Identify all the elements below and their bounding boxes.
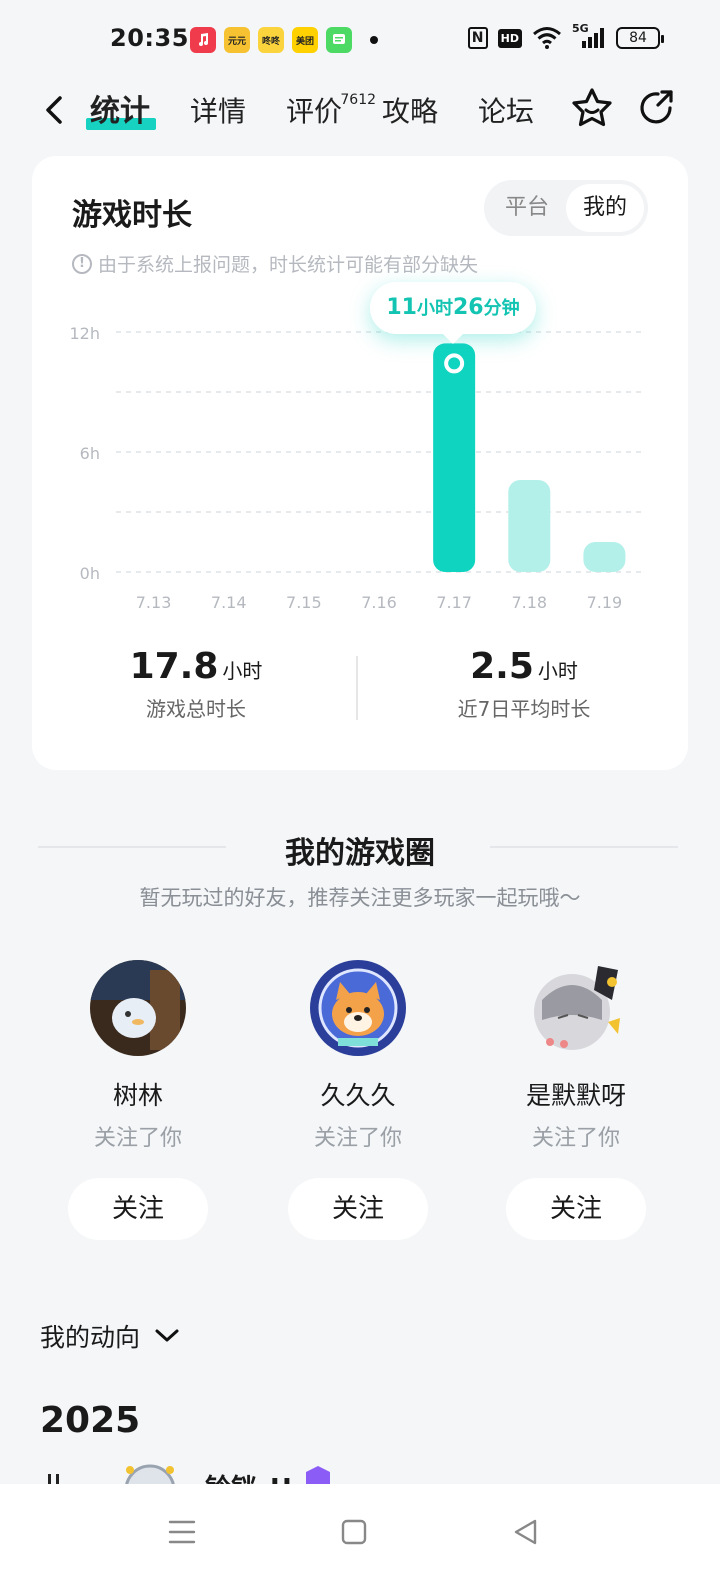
x-tick-label: 7.17 [436, 593, 472, 612]
cellular-signal-icon: 5G [572, 22, 606, 50]
info-icon: ! [72, 253, 92, 274]
tab-stats[interactable]: 统计 [86, 92, 156, 132]
x-tick-label: 7.18 [511, 593, 547, 612]
follow-button[interactable]: 关注 [506, 1178, 646, 1240]
back-icon[interactable] [506, 1512, 546, 1552]
battery-icon: 84 [616, 27, 664, 49]
friend-status: 关注了你 [531, 1126, 620, 1151]
x-tick-label: 7.13 [136, 593, 172, 612]
bar [433, 343, 476, 572]
tab-forum[interactable]: 论坛 [478, 92, 534, 132]
bar [583, 542, 626, 572]
avatar[interactable] [310, 960, 406, 1056]
review-count-badge: 7612 [340, 92, 377, 108]
message-app-icon [326, 27, 352, 53]
more-notifications-dot [370, 36, 378, 44]
y-tick-label: 6h [80, 444, 100, 463]
average-value: 2.5 [470, 646, 534, 687]
y-tick-label: 0h [80, 564, 100, 583]
avatar[interactable] [90, 960, 186, 1056]
status-bar: 20:35 元元 咚咚 美团 N HD 5G 84 [0, 0, 720, 80]
app-icon-yuanyuan: 元元 [224, 27, 250, 53]
friend-card: 久久久 关注了你 关注 [288, 960, 428, 1240]
chevron-down-icon [155, 1329, 179, 1342]
total-value: 17.8 [129, 646, 219, 687]
tooltip-minutes-unit: 分钟 [483, 298, 520, 319]
home-icon[interactable] [334, 1512, 374, 1552]
data-notice: ! 由于系统上报问题，时长统计可能有部分缺失 [72, 250, 478, 277]
bar-tooltip: 11小时26分钟 [370, 282, 536, 344]
tab-reviews-label: 评价 [286, 95, 343, 128]
total-unit: 小时 [222, 659, 263, 683]
year-heading: 2025 [40, 1400, 141, 1441]
x-tick-label: 7.14 [211, 593, 247, 612]
status-time: 20:35 [110, 24, 189, 52]
summary-stats: 17.8 小时 游戏总时长 2.5 小时 近7日平均时长 [32, 646, 688, 726]
notification-icons: 元元 咚咚 美团 [190, 27, 378, 53]
total-playtime: 17.8 小时 游戏总时长 [32, 646, 360, 722]
segment-mine[interactable]: 我的 [566, 184, 644, 232]
friend-name: 是默默呀 [525, 1081, 626, 1110]
tab-guides[interactable]: 攻略 [382, 92, 438, 132]
x-tick-label: 7.15 [286, 593, 322, 612]
friend-status: 关注了你 [313, 1126, 402, 1151]
play-time-card: 游戏时长 平台 我的 ! 由于系统上报问题，时长统计可能有部分缺失 0h 6h 12… [32, 156, 688, 770]
y-tick-label: 12h [70, 324, 101, 343]
timeline-icon [48, 1464, 330, 1486]
music-app-icon [190, 27, 216, 53]
system-nav-bar [0, 1484, 720, 1584]
x-tick-label: 7.19 [587, 593, 623, 612]
tab-bar: 统计 详情 评价 7612 攻略 论坛 [86, 92, 574, 132]
back-arrow-icon[interactable] [40, 90, 70, 130]
my-activity-dropdown[interactable]: 我的动向 [40, 1318, 180, 1354]
follow-button[interactable]: 关注 [68, 1178, 208, 1240]
top-nav: 统计 详情 评价 7612 攻略 论坛 [0, 80, 720, 144]
tooltip-hours: 11 [386, 295, 417, 320]
stat-divider [356, 656, 358, 720]
avatar[interactable] [528, 960, 624, 1056]
average-unit: 小时 [537, 659, 578, 683]
average-label: 近7日平均时长 [457, 697, 591, 721]
game-circle-subtitle: 暂无玩过的好友，推荐关注更多玩家一起玩哦～ [139, 886, 581, 910]
game-circle-title: 我的游戏圈 [285, 836, 435, 871]
tooltip-hours-unit: 小时 [417, 298, 453, 319]
play-time-bar-chart: 0h 6h 12h 7.13 7.14 7.15 7.16 7.17 7.18 7.19 [70, 324, 642, 612]
app-icon-cat: 咚咚 [258, 27, 284, 53]
segment-control: 平台 我的 [484, 180, 648, 236]
segment-platform[interactable]: 平台 [488, 184, 566, 232]
x-tick-label: 7.16 [361, 593, 397, 612]
average-playtime: 2.5 小时 近7日平均时长 [360, 646, 688, 722]
bar [508, 480, 551, 572]
friend-card: 是默默呀 关注了你 关注 [506, 960, 646, 1240]
friend-card: 树林 关注了你 关注 [68, 960, 208, 1240]
menu-icon[interactable] [162, 1512, 202, 1552]
hd-icon: HD [497, 28, 522, 48]
tab-reviews[interactable]: 评价 7612 [286, 92, 376, 132]
star-favorite-icon[interactable] [570, 86, 614, 130]
card-title: 游戏时长 [72, 198, 192, 233]
nfc-icon: N [467, 27, 488, 49]
friend-name: 久久久 [320, 1081, 396, 1110]
friend-status: 关注了你 [93, 1126, 182, 1151]
activity-label: 我的动向 [40, 1323, 141, 1352]
activity-entry-peek: 铃铛_H [40, 1462, 360, 1486]
meituan-icon: 美团 [292, 27, 318, 53]
follow-button[interactable]: 关注 [288, 1178, 428, 1240]
tab-details[interactable]: 详情 [190, 92, 246, 132]
total-label: 游戏总时长 [146, 697, 246, 721]
notice-text: 由于系统上报问题，时长统计可能有部分缺失 [98, 254, 479, 276]
share-icon[interactable] [636, 88, 676, 128]
wifi-icon [533, 27, 561, 49]
tooltip-minutes: 26 [453, 295, 484, 320]
friend-name: 树林 [112, 1081, 163, 1110]
